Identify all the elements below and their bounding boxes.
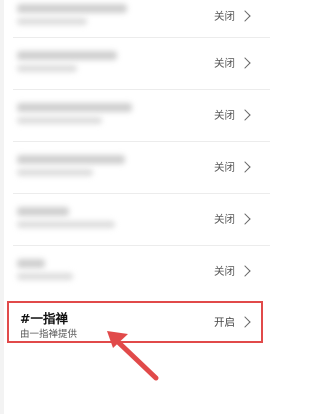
list-item[interactable]: 关闭	[13, 37, 263, 89]
chevron-right-icon	[239, 161, 251, 173]
status-label: 关闭	[214, 265, 235, 278]
blurred-subtitle	[17, 18, 87, 25]
chevron-right-icon	[239, 109, 251, 121]
settings-screen: 关闭 关闭 关闭 关闭 关闭 关闭 #一指禅 由一指禅提供 开启	[0, 0, 270, 414]
chevron-right-icon	[239, 57, 251, 69]
status-label: 关闭	[214, 161, 235, 174]
blurred-title	[17, 155, 125, 164]
blurred-subtitle	[17, 65, 77, 72]
chevron-right-icon	[239, 10, 251, 22]
blurred-subtitle	[17, 117, 102, 124]
list-item[interactable]: 关闭	[13, 141, 263, 193]
left-edge-strip	[0, 0, 4, 414]
blurred-subtitle	[17, 221, 115, 228]
blurred-subtitle	[17, 273, 73, 280]
chevron-right-icon	[239, 316, 251, 328]
item-subtitle: 由一指禅提供	[20, 329, 78, 340]
list-item[interactable]: 关闭	[13, 245, 263, 297]
status-label: 关闭	[214, 57, 235, 70]
blurred-title	[17, 207, 69, 216]
status-label: 关闭	[214, 109, 235, 122]
blurred-title	[17, 259, 45, 268]
highlighted-list-item[interactable]: #一指禅 由一指禅提供 开启	[7, 301, 263, 343]
blurred-title	[17, 4, 127, 13]
item-title: #一指禅	[20, 311, 68, 326]
blurred-subtitle	[17, 169, 93, 176]
chevron-right-icon	[239, 265, 251, 277]
status-label: 关闭	[214, 213, 235, 226]
list-item[interactable]: 关闭	[13, 193, 263, 245]
list-item[interactable]: 关闭	[13, 89, 263, 141]
status-label: 关闭	[214, 10, 235, 23]
list-item[interactable]: 关闭	[13, 0, 263, 42]
blurred-title	[17, 103, 132, 112]
status-label: 开启	[214, 316, 235, 329]
chevron-right-icon	[239, 213, 251, 225]
blurred-title	[17, 51, 117, 60]
